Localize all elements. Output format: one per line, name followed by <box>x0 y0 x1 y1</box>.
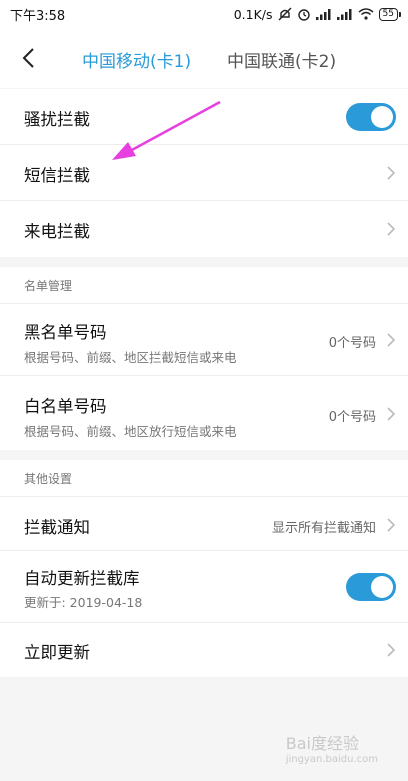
row-title: 短信拦截 <box>24 166 90 185</box>
row-call-blocking[interactable]: 来电拦截 <box>0 201 408 257</box>
signal-icon <box>315 9 331 20</box>
section-list-management: 名单管理 黑名单号码 根据号码、前缀、地区拦截短信或来电 0个号码 白名单号码 … <box>0 267 408 450</box>
watermark: Bai度经验 jingyan.baidu.com <box>286 730 378 765</box>
back-arrow-icon[interactable] <box>18 46 42 70</box>
watermark-brand: Bai度经验 <box>285 734 359 753</box>
row-title: 来电拦截 <box>24 222 90 241</box>
section-header: 名单管理 <box>24 279 73 293</box>
chevron-right-icon <box>387 333 396 347</box>
chevron-right-icon <box>387 643 396 657</box>
row-value: 显示所有拦截通知 <box>271 521 376 536</box>
row-title: 自动更新拦截库 <box>24 569 140 588</box>
row-value: 0个号码 <box>328 410 376 425</box>
row-title: 立即更新 <box>24 643 90 662</box>
row-harassment-blocking[interactable]: 骚扰拦截 <box>0 89 408 145</box>
section-other-settings: 其他设置 拦截通知 显示所有拦截通知 自动更新拦截库 更新于: 2019-04-… <box>0 460 408 677</box>
top-bar: 中国移动(卡1) 中国联通(卡2) <box>0 28 408 88</box>
chevron-right-icon <box>387 407 396 421</box>
row-subtitle: 根据号码、前缀、地区放行短信或来电 <box>24 424 237 439</box>
harassment-toggle[interactable] <box>346 103 396 131</box>
status-time: 下午3:58 <box>10 8 66 24</box>
row-subtitle: 根据号码、前缀、地区拦截短信或来电 <box>24 350 237 365</box>
row-auto-update[interactable]: 自动更新拦截库 更新于: 2019-04-18 <box>0 551 408 623</box>
status-icons: 0.1K/s 55 <box>233 6 402 22</box>
row-subtitle: 更新于: 2019-04-18 <box>24 595 143 610</box>
chevron-right-icon <box>387 518 396 532</box>
section-header: 其他设置 <box>24 472 73 486</box>
row-block-notification[interactable]: 拦截通知 显示所有拦截通知 <box>0 496 408 551</box>
row-sms-blocking[interactable]: 短信拦截 <box>0 145 408 201</box>
row-title: 黑名单号码 <box>24 323 107 342</box>
chevron-right-icon <box>387 166 396 180</box>
mute-icon <box>278 7 292 21</box>
alarm-icon <box>297 9 310 21</box>
tab-sim2[interactable]: 中国联通(卡2) <box>227 47 336 72</box>
row-title: 骚扰拦截 <box>24 110 90 129</box>
battery-icon: 55 <box>378 7 402 21</box>
chevron-right-icon <box>387 222 396 236</box>
section-blocking: 骚扰拦截 短信拦截 来电拦截 <box>0 89 408 257</box>
status-bar: 下午3:58 0.1K/s 55 <box>0 0 408 28</box>
toggle-knob <box>371 106 393 128</box>
row-title: 白名单号码 <box>24 397 107 416</box>
row-title: 拦截通知 <box>24 518 90 537</box>
wifi-icon <box>358 8 374 20</box>
row-update-now[interactable]: 立即更新 <box>0 623 408 677</box>
row-value: 0个号码 <box>328 336 376 351</box>
tab-sim1[interactable]: 中国移动(卡1) <box>82 47 191 72</box>
row-whitelist[interactable]: 白名单号码 根据号码、前缀、地区放行短信或来电 0个号码 <box>0 376 408 450</box>
watermark-domain: jingyan.baidu.com <box>285 754 378 765</box>
network-speed: 0.1K/s <box>233 6 273 22</box>
auto-update-toggle[interactable] <box>346 573 396 601</box>
signal-icon-2 <box>336 9 352 20</box>
row-blacklist[interactable]: 黑名单号码 根据号码、前缀、地区拦截短信或来电 0个号码 <box>0 303 408 376</box>
toggle-knob <box>371 576 393 598</box>
